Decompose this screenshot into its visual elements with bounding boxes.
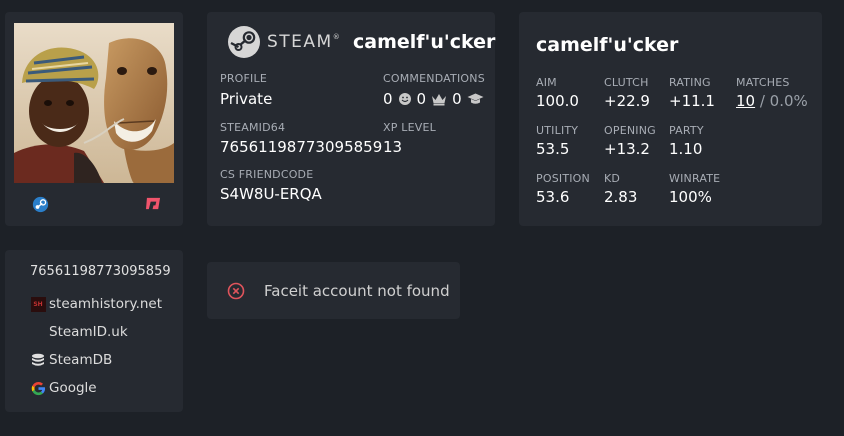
database-icon — [30, 352, 46, 368]
friendcode-value: S4W8U-ERQA — [220, 185, 322, 203]
matches-count-link[interactable]: 10 — [736, 92, 755, 110]
kd-label: KD — [604, 172, 621, 185]
steam-username: camelf'u'cker — [353, 31, 496, 53]
google-icon — [30, 380, 46, 396]
position-label: POSITION — [536, 172, 590, 185]
link-steamid-uk-label: SteamID.uk — [49, 324, 128, 340]
steam-logo-icon — [228, 26, 260, 58]
commendations-row: 0 0 0 — [383, 90, 487, 108]
matches-value: 10 / 0.0% — [736, 92, 808, 110]
friendcode-label: CS FRIENDCODE — [220, 168, 314, 181]
opening-value: +13.2 — [604, 140, 650, 158]
link-steamdb[interactable]: SteamDB — [30, 352, 112, 368]
aim-label: AIM — [536, 76, 557, 89]
faceit-not-found-message: Faceit account not found — [264, 282, 450, 300]
external-links-card: 76561198773095859 SH steamhistory.net St… — [5, 250, 183, 412]
commendation-leader-count: 0 — [416, 90, 427, 108]
steam-icon[interactable] — [32, 196, 49, 217]
position-value: 53.6 — [536, 188, 570, 206]
aim-value: 100.0 — [536, 92, 579, 110]
profile-link-icons — [14, 194, 174, 214]
error-icon — [227, 282, 245, 304]
link-google-label: Google — [49, 380, 97, 396]
steamid64-label: STEAMID64 — [220, 121, 286, 134]
kd-value: 2.83 — [604, 188, 638, 206]
link-steamdb-label: SteamDB — [49, 352, 113, 368]
winrate-label: WINRATE — [669, 172, 721, 185]
crown-icon — [432, 94, 447, 106]
link-steamid-uk[interactable]: SteamID.uk — [30, 324, 128, 340]
matches-label: MATCHES — [736, 76, 790, 89]
stats-username: camelf'u'cker — [536, 34, 679, 56]
clutch-label: CLUTCH — [604, 76, 649, 89]
clutch-value: +22.9 — [604, 92, 650, 110]
rating-value: +11.1 — [669, 92, 715, 110]
avatar — [14, 23, 174, 183]
link-steamhistory[interactable]: SH steamhistory.net — [30, 296, 162, 312]
xp-level-value: 13 — [383, 138, 403, 156]
steamhistory-icon: SH — [30, 296, 46, 312]
steam-brand-text: STEAM — [267, 32, 333, 52]
steam-profile-card: STEAM ® camelf'u'cker PROFILE Private COM… — [207, 12, 495, 226]
graduation-cap-icon — [467, 93, 484, 104]
link-google[interactable]: Google — [30, 380, 97, 396]
steamid-text: 76561198773095859 — [30, 264, 171, 279]
profile-value: Private — [220, 90, 273, 108]
stats-card: camelf'u'cker AIM 100.0 CLUTCH +22.9 RAT… — [519, 12, 822, 226]
profile-label: PROFILE — [220, 72, 267, 85]
party-value: 1.10 — [669, 140, 703, 158]
steamid64-value: 76561198773095859 — [220, 138, 383, 156]
opening-label: OPENING — [604, 124, 656, 137]
xp-level-label: XP LEVEL — [383, 121, 436, 134]
rating-label: RATING — [669, 76, 711, 89]
faceit-status-card: Faceit account not found — [207, 262, 460, 319]
steam-logo[interactable]: STEAM ® — [227, 25, 340, 59]
party-label: PARTY — [669, 124, 704, 137]
utility-label: UTILITY — [536, 124, 579, 137]
commendations-label: COMMENDATIONS — [383, 72, 485, 85]
avatar-card — [5, 12, 183, 226]
link-steamhistory-label: steamhistory.net — [49, 296, 163, 312]
commendation-friendly-count: 0 — [383, 90, 393, 108]
smiley-icon — [398, 93, 411, 105]
matches-percent: / 0.0% — [755, 92, 808, 110]
commendation-teacher-count: 0 — [452, 90, 462, 108]
winrate-value: 100% — [669, 188, 712, 206]
utility-value: 53.5 — [536, 140, 570, 158]
leetify-icon[interactable] — [145, 196, 162, 215]
steamid-uk-icon — [30, 324, 46, 340]
